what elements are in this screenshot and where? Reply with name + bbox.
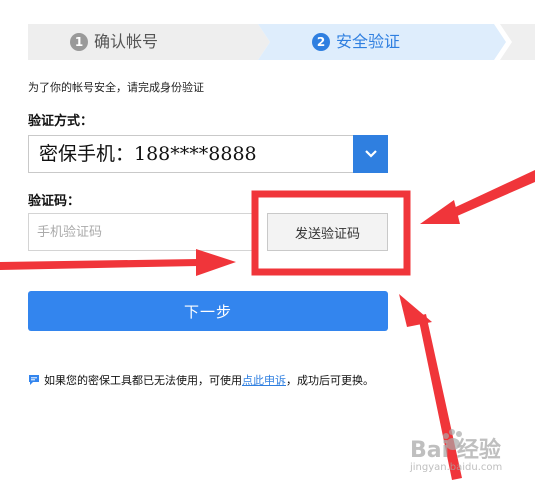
step-1-number: 1 xyxy=(70,33,88,51)
help-text: 如果您的密保工具都已无法使用，可使用 点此申诉 ，成功后可更换。 xyxy=(28,372,374,388)
step-1-label: 确认帐号 xyxy=(94,32,159,51)
watermark-main: Bai 经验 xyxy=(410,438,501,463)
help-suffix: ，成功后可更换。 xyxy=(286,374,374,387)
verification-method-label: 验证方式： xyxy=(28,114,94,129)
send-code-button[interactable]: 发送验证码 xyxy=(267,213,388,251)
step-2-label: 安全验证 xyxy=(336,32,401,51)
arrow-left-pointing-right xyxy=(0,249,236,276)
verification-code-label: 验证码： xyxy=(28,194,81,209)
step-progress: 1 确认帐号 2 安全验证 xyxy=(28,24,535,60)
verification-method-select[interactable]: 密保手机：188****8888 xyxy=(28,135,388,173)
baidu-jingyan-watermark: Bai 经验 jingyan.baidu.com xyxy=(410,428,535,488)
arrow-top-right-pointing-left xyxy=(420,170,535,224)
watermark-sub: jingyan.baidu.com xyxy=(410,462,503,473)
appeal-link[interactable]: 点此申诉 xyxy=(242,372,286,388)
dropdown-button[interactable] xyxy=(353,135,388,173)
step-2-number: 2 xyxy=(312,33,330,51)
next-step-button[interactable]: 下一步 xyxy=(28,291,388,331)
help-prefix: 如果您的密保工具都已无法使用，可使用 xyxy=(44,374,242,387)
security-notice: 为了你的帐号安全，请完成身份验证 xyxy=(28,81,204,94)
verification-code-input[interactable] xyxy=(28,213,256,251)
selected-method: 密保手机：188****8888 xyxy=(39,143,257,165)
chat-bubble-icon xyxy=(28,374,40,386)
step-1: 1 确认帐号 xyxy=(70,24,158,60)
chevron-down-icon xyxy=(364,150,377,158)
step-2: 2 安全验证 xyxy=(312,24,400,60)
